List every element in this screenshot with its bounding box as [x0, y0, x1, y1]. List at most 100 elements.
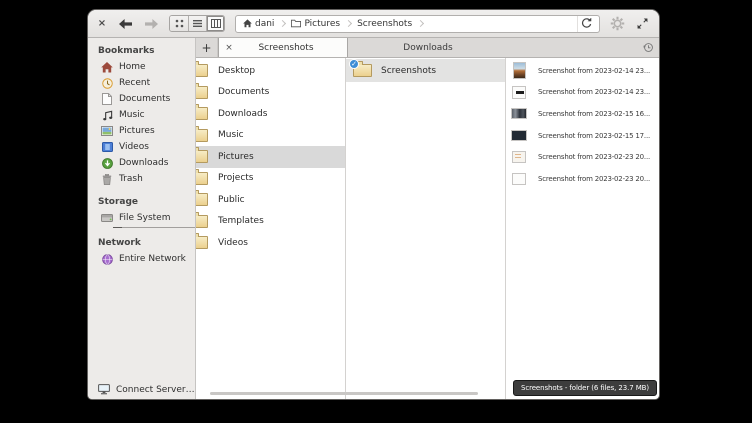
home-icon	[101, 61, 113, 73]
sidebar-item-label: Documents	[119, 94, 170, 104]
status-tooltip: Screenshots - folder (6 files, 23.7 MB)	[513, 380, 657, 396]
horizontal-scrollbar[interactable]	[210, 392, 478, 395]
folder-row-screenshots[interactable]: ✓ Screenshots	[346, 59, 505, 82]
folder-icon	[196, 172, 208, 185]
sidebar-item-home[interactable]: Home	[88, 59, 195, 75]
file-name: Screenshot from 2023-02-15 16...	[538, 110, 650, 118]
tab-downloads[interactable]: Downloads	[348, 38, 508, 57]
column-folders: Desktop Documents Downloads Music Pictur…	[196, 58, 346, 399]
sidebar-item-label: Trash	[119, 174, 143, 184]
folder-label: Documents	[218, 87, 269, 97]
sidebar-item-label: Entire Network	[119, 254, 186, 264]
folder-label: Downloads	[218, 109, 267, 119]
folder-row-videos[interactable]: Videos	[196, 232, 345, 254]
tab-screenshots[interactable]: × Screenshots	[218, 38, 348, 57]
folder-row-projects[interactable]: Projects	[196, 168, 345, 190]
tab-close-icon[interactable]: ×	[219, 43, 239, 53]
folder-icon: ✓	[353, 64, 372, 77]
file-row[interactable]: Screenshot from 2023-02-14 23...	[506, 82, 659, 104]
folder-icon	[291, 19, 301, 28]
folder-row-templates[interactable]: Templates	[196, 211, 345, 233]
column-files: Screenshot from 2023-02-14 23... Screens…	[506, 58, 659, 399]
sidebar-item-entire-network[interactable]: Entire Network	[88, 251, 195, 267]
image-thumbnail	[512, 173, 526, 185]
file-row[interactable]: Screenshot from 2023-02-15 16...	[506, 103, 659, 125]
fullscreen-button[interactable]	[632, 15, 652, 33]
folder-label: Videos	[218, 238, 248, 248]
breadcrumb-label: Pictures	[304, 19, 340, 29]
sidebar-item-downloads[interactable]: Downloads	[88, 155, 195, 171]
breadcrumb[interactable]: dani Pictures Screenshots	[235, 15, 600, 33]
sidebar-item-label: Music	[119, 110, 145, 120]
reload-button[interactable]	[577, 16, 595, 32]
folder-icon	[196, 215, 208, 228]
gear-icon	[610, 16, 625, 31]
connect-server-button[interactable]: Connect Server…	[88, 380, 195, 399]
sidebar-item-music[interactable]: Music	[88, 107, 195, 123]
chevron-right-icon	[345, 20, 352, 27]
toolbar: ×	[88, 10, 659, 38]
image-thumbnail	[511, 130, 527, 141]
forward-arrow-icon	[145, 19, 158, 29]
list-view-icon	[193, 19, 202, 28]
folder-label: Desktop	[218, 66, 255, 76]
sidebar-item-documents[interactable]: Documents	[88, 91, 195, 107]
folder-label: Music	[218, 130, 244, 140]
file-row[interactable]: Screenshot from 2023-02-15 17...	[506, 125, 659, 147]
file-row[interactable]: Screenshot from 2023-02-23 20...	[506, 168, 659, 190]
folder-label: Templates	[218, 216, 264, 226]
connect-server-label: Connect Server…	[116, 385, 195, 395]
selected-check-badge-icon: ✓	[349, 59, 359, 69]
folder-icon	[196, 64, 208, 77]
column-subfolders: ✓ Screenshots	[346, 58, 506, 399]
breadcrumb-label: dani	[255, 19, 274, 29]
history-button[interactable]	[637, 38, 659, 57]
sidebar: Bookmarks Home Recent	[88, 38, 196, 399]
folder-row-pictures[interactable]: Pictures	[196, 146, 345, 168]
chevron-right-icon	[279, 20, 286, 27]
file-row[interactable]: Screenshot from 2023-02-23 20...	[506, 146, 659, 168]
server-monitor-icon	[98, 384, 110, 396]
sidebar-item-videos[interactable]: Videos	[88, 139, 195, 155]
sidebar-item-file-system[interactable]: File System	[88, 210, 195, 226]
filesystem-icon	[101, 212, 113, 224]
breadcrumb-pictures[interactable]: Pictures	[291, 19, 340, 29]
music-icon	[101, 109, 113, 121]
tab-label: Downloads	[403, 43, 452, 53]
column-view-button[interactable]	[206, 16, 224, 31]
sidebar-item-trash[interactable]: Trash	[88, 171, 195, 187]
folder-row-downloads[interactable]: Downloads	[196, 103, 345, 125]
file-name: Screenshot from 2023-02-14 23...	[538, 88, 650, 96]
file-name: Screenshot from 2023-02-23 20...	[538, 175, 650, 183]
videos-icon	[101, 141, 113, 153]
file-row[interactable]: Screenshot from 2023-02-14 23...	[506, 60, 659, 82]
folder-icon	[196, 193, 208, 206]
file-name: Screenshot from 2023-02-15 17...	[538, 132, 650, 140]
new-tab-button[interactable]: +	[196, 38, 218, 57]
file-manager-window: ×	[88, 10, 659, 399]
folder-label: Projects	[218, 173, 253, 183]
breadcrumb-screenshots[interactable]: Screenshots	[357, 19, 412, 29]
grid-view-button[interactable]	[170, 16, 188, 31]
disk-usage-bar	[113, 227, 195, 228]
sidebar-header-bookmarks: Bookmarks	[88, 43, 195, 59]
history-clock-icon	[643, 42, 654, 53]
folder-row-documents[interactable]: Documents	[196, 82, 345, 104]
settings-button[interactable]	[606, 15, 628, 33]
sidebar-item-pictures[interactable]: Pictures	[88, 123, 195, 139]
folder-row-public[interactable]: Public	[196, 189, 345, 211]
breadcrumb-home[interactable]: dani	[243, 19, 274, 29]
folder-row-desktop[interactable]: Desktop	[196, 60, 345, 82]
window-close-button[interactable]: ×	[95, 15, 109, 33]
image-thumbnail	[512, 151, 526, 163]
sidebar-item-label: Recent	[119, 78, 150, 88]
list-view-button[interactable]	[188, 16, 206, 31]
network-icon	[101, 253, 113, 265]
forward-button[interactable]	[141, 15, 161, 33]
folder-row-music[interactable]: Music	[196, 125, 345, 147]
chevron-right-icon	[417, 20, 424, 27]
back-button[interactable]	[115, 15, 135, 33]
sidebar-item-recent[interactable]: Recent	[88, 75, 195, 91]
sidebar-item-label: File System	[119, 213, 170, 223]
sidebar-item-label: Videos	[119, 142, 149, 152]
